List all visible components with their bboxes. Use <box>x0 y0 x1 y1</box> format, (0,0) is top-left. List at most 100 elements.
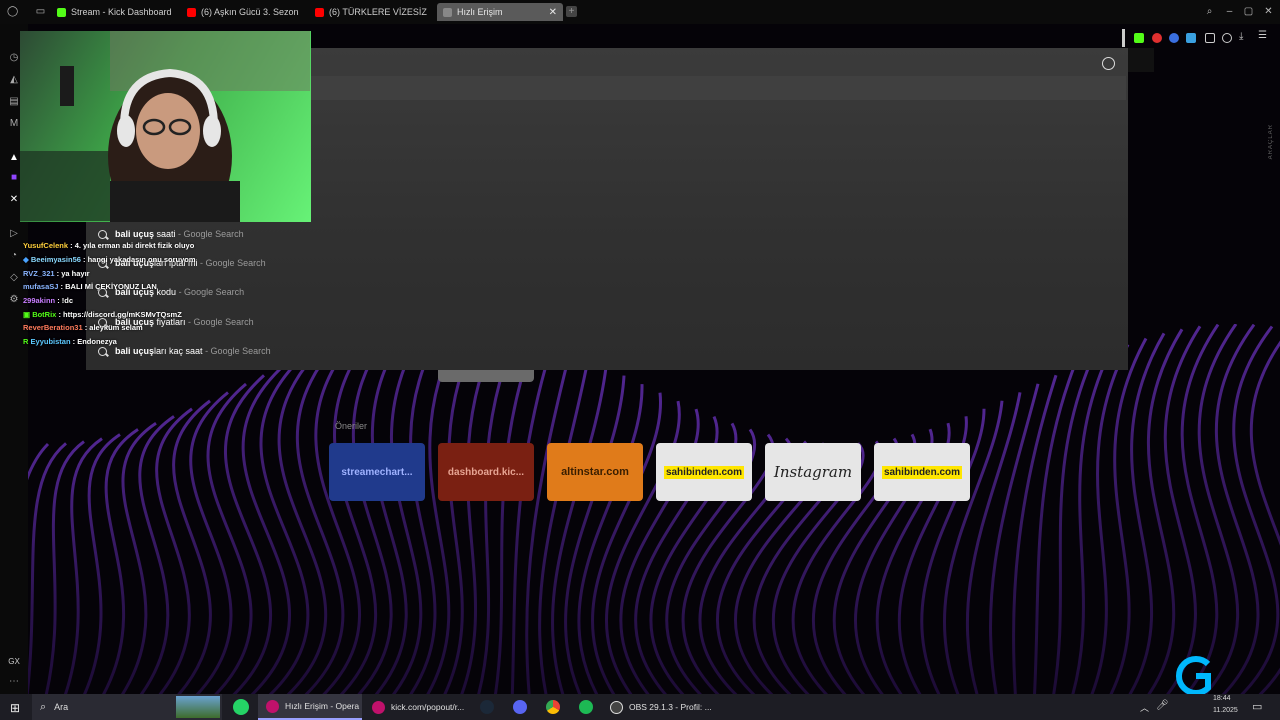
m-icon[interactable]: M <box>8 118 20 130</box>
gx-corner-label[interactable]: GX <box>8 656 20 668</box>
suggestion-source: - Google Search <box>205 346 271 356</box>
close-tab-icon[interactable]: ✕ <box>549 7 557 18</box>
twitch-icon[interactable]: ■ <box>8 172 20 184</box>
translate-extension-icon[interactable] <box>1186 33 1196 43</box>
bag-icon[interactable]: ◭ <box>8 74 20 86</box>
taskbar-item-opera[interactable]: Hızlı Erişim - Opera <box>258 694 362 720</box>
suggestion-source: - Google Search <box>178 287 245 297</box>
kick-extension-icon[interactable] <box>1134 33 1144 43</box>
wave-line <box>120 422 157 694</box>
speed-dial-tile[interactable]: dashboard.kic... <box>438 443 534 501</box>
speed-dial-tile[interactable]: sahibinden.com <box>656 443 752 501</box>
speed-dial-tile[interactable]: altinstar.com <box>547 443 643 501</box>
taskbar-item-kick-popout[interactable]: kick.com/popout/r... <box>368 694 472 720</box>
tab-label: (6) TÜRKLERE VİZESİZ Ol <box>329 7 427 17</box>
close-window-icon[interactable]: ✕ <box>1263 6 1274 17</box>
tab-youtube-1[interactable]: (6) Aşkın Gücü 3. Sezon : <box>187 3 299 21</box>
record-extension-icon[interactable] <box>1152 33 1162 43</box>
wave-line <box>525 351 572 694</box>
steam-icon[interactable] <box>480 700 494 714</box>
wave-line <box>44 440 85 694</box>
chat-message: RVZ_321 : ya hayır <box>23 269 90 278</box>
tab-speed-dial[interactable]: Hızlı Erişim ✕ <box>437 3 563 21</box>
tab-kick-dashboard[interactable]: Stream - Kick Dashboard <box>57 3 182 21</box>
chat-username: ReverBeration31 <box>23 323 83 332</box>
tray-overflow-icon[interactable]: ︿ <box>1140 701 1149 714</box>
speed-dial-tile[interactable]: Instagram <box>765 443 861 501</box>
suggestion-source: - Google Search <box>178 229 244 239</box>
chat-username: YusufCelenk <box>23 241 69 250</box>
tile-label: sahibinden.com <box>663 465 745 479</box>
chat-text: : BALI Mİ ÇEKİYONUZ LAN <box>60 282 157 291</box>
tab-youtube-2[interactable]: (6) TÜRKLERE VİZESİZ Ol <box>315 3 427 21</box>
chat-text: : !dc <box>57 296 74 305</box>
tile-label: streamechart... <box>341 466 413 478</box>
speed-dial-tile[interactable]: sahibinden.com <box>874 443 970 501</box>
wave-line <box>101 428 139 694</box>
menu-icon[interactable]: ☰ <box>1258 30 1267 41</box>
chat-message: ◆ Beeimyasin56 : hangi yakadasın onu sor… <box>23 255 196 264</box>
emoji-icon[interactable] <box>1102 57 1115 70</box>
microphone-icon[interactable]: 🎤︎ <box>1156 700 1169 711</box>
clock-icon[interactable]: ◔ <box>8 250 20 262</box>
kick-icon[interactable]: ▲ <box>8 152 20 164</box>
kick-icon <box>57 7 66 17</box>
spotify-icon[interactable] <box>579 700 593 714</box>
chat-username: 299akinn <box>23 296 56 305</box>
suggestion-rest: saati <box>154 229 176 239</box>
cube-icon[interactable]: ◇ <box>8 272 20 284</box>
settings-icon[interactable]: ⚙ <box>8 294 20 306</box>
background-waves <box>28 324 1280 694</box>
chat-username: Eyyubistan <box>30 337 71 346</box>
vpn-extension-icon[interactable] <box>1169 33 1179 43</box>
chat-text: : 4. yıla erman abi direkt fizik oluyo <box>70 241 195 250</box>
suggestion-item[interactable]: bali uçuşları kaç saat - Google Search <box>98 342 271 360</box>
opera-icon <box>266 699 279 713</box>
tile-label: dashboard.kic... <box>447 466 525 478</box>
chat-message: ▣ BotRix : https://discord.gg/mKSMvTQsmZ <box>23 310 182 319</box>
wave-line <box>1033 366 1076 694</box>
minimize-icon[interactable]: – <box>1224 6 1235 17</box>
search-icon <box>98 346 107 356</box>
new-tab-icon[interactable]: + <box>566 6 577 17</box>
chat-text: : aleyküm selam <box>84 323 143 332</box>
snapshot-icon[interactable] <box>1222 33 1232 43</box>
tools-panel-label[interactable]: ARAÇLAR <box>1268 124 1276 159</box>
speed-dial-tile[interactable]: streamechart... <box>329 443 425 501</box>
search-highlight-image <box>176 696 220 718</box>
wave-line <box>82 433 121 694</box>
notifications-icon[interactable]: ▭ <box>1252 700 1262 713</box>
suggestion-match: bali uçuş <box>115 229 155 239</box>
search-tabs-icon[interactable]: ⌕ <box>1204 6 1215 17</box>
download-icon[interactable]: ⤓ <box>1239 31 1243 42</box>
chrome-icon[interactable] <box>546 700 560 714</box>
scrollbar-thumb[interactable] <box>1122 29 1125 47</box>
taskbar-item-label: kick.com/popout/r... <box>391 702 465 712</box>
suggestion-rest: kodu <box>154 287 177 297</box>
chat-message: ReverBeration31 : aleyküm selam <box>23 323 143 332</box>
more-icon[interactable]: ⋯ <box>8 676 20 688</box>
chat-username: RVZ_321 <box>23 269 55 278</box>
tile-label: sahibinden.com <box>881 465 963 479</box>
x-icon[interactable]: ✕ <box>8 194 20 206</box>
wave-line <box>477 333 518 694</box>
history-icon[interactable]: ◷ <box>8 52 20 64</box>
discord-icon[interactable] <box>513 700 527 714</box>
suggestion-source: - Google Search <box>188 317 254 327</box>
taskbar-item-obs[interactable]: OBS 29.1.3 - Profil: ... <box>604 694 714 720</box>
play-icon[interactable]: ▷ <box>8 228 20 240</box>
maximize-icon[interactable]: ▢ <box>1243 6 1254 17</box>
tile-label: altinstar.com <box>561 466 629 478</box>
chat-message: YusufCelenk : 4. yıla erman abi direkt f… <box>23 241 194 250</box>
windows-start-icon[interactable]: ⊞ <box>10 701 20 715</box>
notes-icon[interactable]: ▤ <box>8 96 20 108</box>
clock-date[interactable]: 11.2025 <box>1213 707 1238 714</box>
extensions-icon[interactable] <box>1205 33 1215 43</box>
suggestions-section-label: Öneriler <box>335 421 368 431</box>
obs-icon <box>610 700 623 714</box>
opera-logo-icon[interactable]: ◯ <box>7 6 18 17</box>
logitech-logo <box>1174 656 1214 696</box>
tab-manager-icon[interactable]: ▭ <box>35 6 46 17</box>
clock-time[interactable]: 18:44 <box>1213 695 1231 702</box>
whatsapp-icon[interactable] <box>233 699 249 715</box>
